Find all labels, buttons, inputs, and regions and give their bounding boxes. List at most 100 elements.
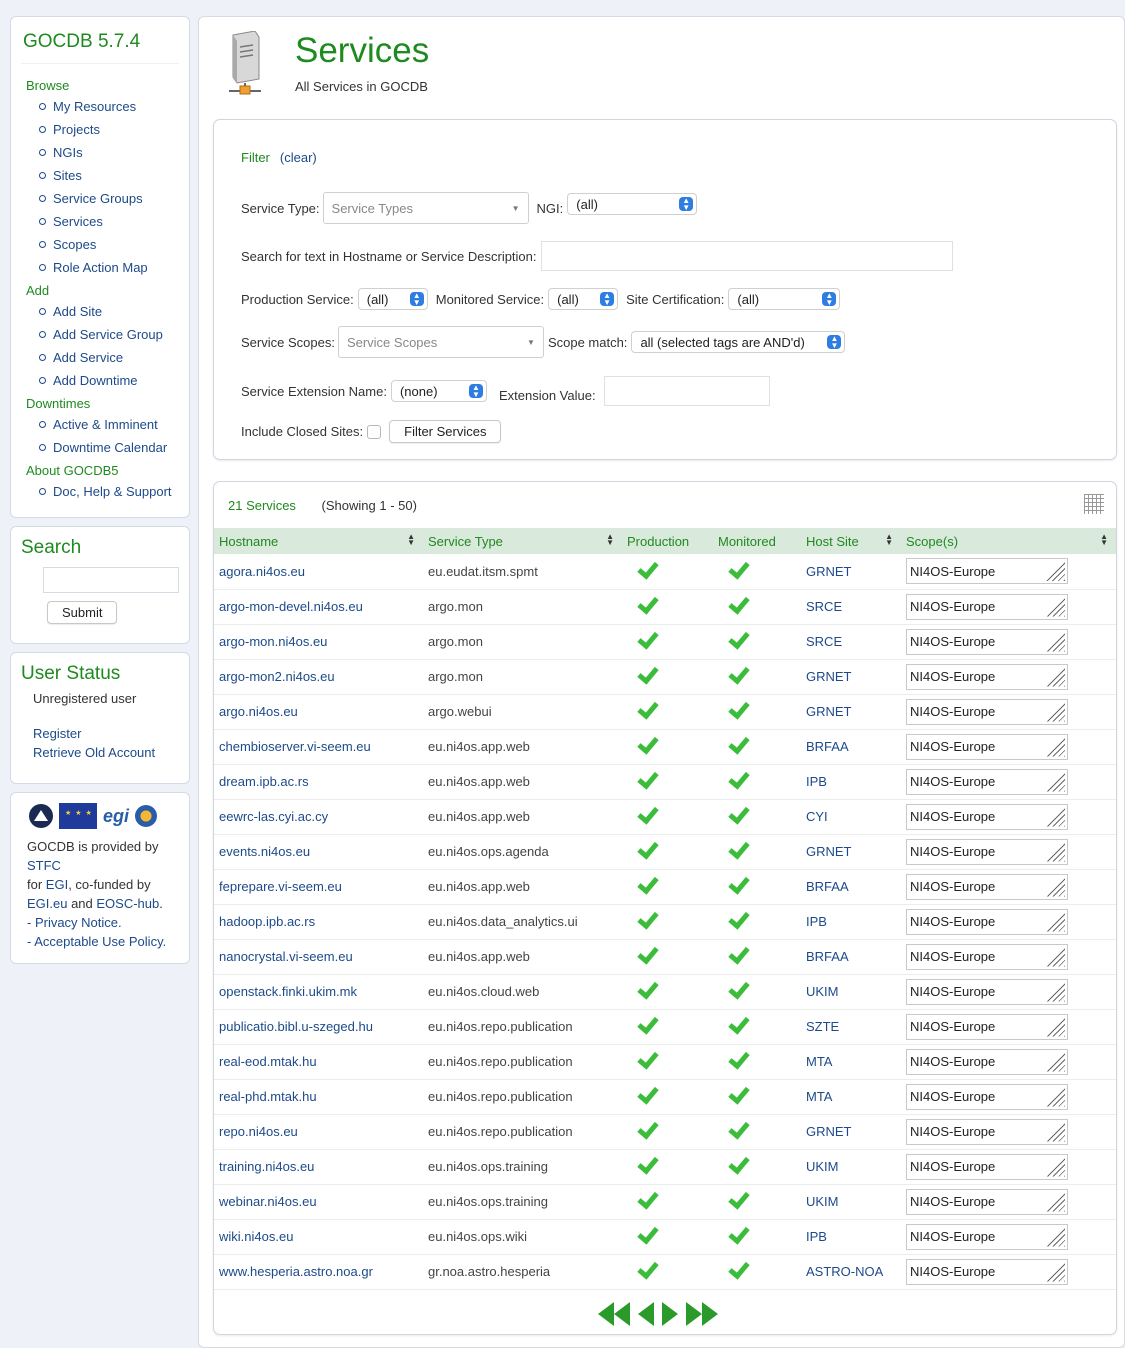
hostname-link[interactable]: webinar.ni4os.eu [214, 1184, 423, 1220]
host-site-link[interactable]: GRNET [801, 1114, 901, 1150]
extension-value-input[interactable] [603, 376, 770, 406]
ngi-select[interactable]: (all) ▲ ▼ [567, 193, 698, 215]
hostname-link[interactable]: argo.ni4os.eu [214, 694, 423, 730]
resize-grip-icon[interactable] [1045, 666, 1065, 687]
resize-grip-icon[interactable] [1045, 1051, 1065, 1072]
filter-services-button[interactable]: Filter Services [389, 420, 502, 443]
stfc-link[interactable]: STFC [27, 858, 61, 873]
hostname-link[interactable]: dream.ipb.ac.rs [214, 764, 423, 800]
sidebar-item-active-imminent[interactable]: Active & Imminent [39, 417, 179, 432]
host-site-link[interactable]: GRNET [801, 554, 901, 590]
scope-textarea[interactable]: NI4OS-Europe [906, 628, 1068, 655]
hostname-link[interactable]: chembioserver.vi-seem.eu [214, 729, 423, 765]
sidebar-item-add-downtime[interactable]: Add Downtime [39, 373, 179, 388]
scope-textarea[interactable]: NI4OS-Europe [906, 593, 1068, 620]
resize-grip-icon[interactable] [1045, 1086, 1065, 1107]
scope-textarea[interactable]: NI4OS-Europe [906, 1083, 1068, 1110]
register-link[interactable]: Register [33, 726, 179, 741]
sidebar-item-my-resources[interactable]: My Resources [39, 99, 179, 114]
hostname-link[interactable]: real-eod.mtak.hu [214, 1044, 423, 1080]
column-host-site[interactable]: Host Site ▲ ▼ [801, 528, 901, 554]
resize-grip-icon[interactable] [1045, 1016, 1065, 1037]
resize-grip-icon[interactable] [1045, 806, 1065, 827]
resize-grip-icon[interactable] [1045, 701, 1065, 722]
scope-textarea[interactable]: NI4OS-Europe [906, 768, 1068, 795]
hostname-link[interactable]: argo-mon2.ni4os.eu [214, 659, 423, 695]
nav-heading-about-gocdb5[interactable]: About GOCDB5 [26, 463, 179, 478]
sidebar-item-service-groups[interactable]: Service Groups [39, 191, 179, 206]
resize-grip-icon[interactable] [1045, 876, 1065, 897]
sidebar-item-sites[interactable]: Sites [39, 168, 179, 183]
host-site-link[interactable]: CYI [801, 799, 901, 835]
hostname-link[interactable]: feprepare.vi-seem.eu [214, 869, 423, 905]
scope-textarea[interactable]: NI4OS-Europe [906, 943, 1068, 970]
privacy-notice-link[interactable]: - Privacy Notice. [27, 915, 122, 930]
column-monitored[interactable]: Monitored [713, 528, 801, 554]
host-site-link[interactable]: SRCE [801, 624, 901, 660]
host-site-link[interactable]: IPB [801, 764, 901, 800]
hostname-link[interactable]: argo-mon.ni4os.eu [214, 624, 423, 660]
scopes-select[interactable]: Service Scopes ▼ [337, 326, 544, 358]
host-site-link[interactable]: MTA [801, 1044, 901, 1080]
resize-grip-icon[interactable] [1045, 771, 1065, 792]
nav-heading-downtimes[interactable]: Downtimes [26, 396, 179, 411]
resize-grip-icon[interactable] [1045, 1121, 1065, 1142]
host-site-link[interactable]: UKIM [801, 1149, 901, 1185]
hostname-link[interactable]: real-phd.mtak.hu [214, 1079, 423, 1115]
column-production[interactable]: Production [622, 528, 713, 554]
scope-textarea[interactable]: NI4OS-Europe [906, 838, 1068, 865]
scope-textarea[interactable]: NI4OS-Europe [906, 1188, 1068, 1215]
host-site-link[interactable]: GRNET [801, 694, 901, 730]
sidebar-item-add-service[interactable]: Add Service [39, 350, 179, 365]
hostname-link[interactable]: nanocrystal.vi-seem.eu [214, 939, 423, 975]
sidebar-item-add-service-group[interactable]: Add Service Group [39, 327, 179, 342]
resize-grip-icon[interactable] [1045, 596, 1065, 617]
resize-grip-icon[interactable] [1045, 911, 1065, 932]
host-site-link[interactable]: IPB [801, 904, 901, 940]
hostname-link[interactable]: openstack.finki.ukim.mk [214, 974, 423, 1010]
hostname-link[interactable]: events.ni4os.eu [214, 834, 423, 870]
sidebar-item-projects[interactable]: Projects [39, 122, 179, 137]
scope-textarea[interactable]: NI4OS-Europe [906, 803, 1068, 830]
service-type-select[interactable]: Service Types ▼ [322, 192, 529, 224]
eosc-hub-link[interactable]: EOSC-hub [96, 896, 159, 911]
scope-textarea[interactable]: NI4OS-Europe [906, 558, 1068, 585]
search-input[interactable] [43, 567, 179, 593]
egi-eu-link[interactable]: EGI.eu [27, 896, 67, 911]
scope-textarea[interactable]: NI4OS-Europe [906, 1118, 1068, 1145]
host-site-link[interactable]: GRNET [801, 834, 901, 870]
sidebar-item-role-action-map[interactable]: Role Action Map [39, 260, 179, 275]
sidebar-item-services[interactable]: Services [39, 214, 179, 229]
scope-textarea[interactable]: NI4OS-Europe [906, 908, 1068, 935]
host-site-link[interactable]: UKIM [801, 1184, 901, 1220]
scope-textarea[interactable]: NI4OS-Europe [906, 873, 1068, 900]
resize-grip-icon[interactable] [1045, 736, 1065, 757]
hostname-link[interactable]: publicatio.bibl.u-szeged.hu [214, 1009, 423, 1045]
column-hostname[interactable]: Hostname ▲ ▼ [214, 528, 423, 554]
resize-grip-icon[interactable] [1045, 946, 1065, 967]
host-site-link[interactable]: IPB [801, 1219, 901, 1255]
closed-sites-checkbox[interactable] [367, 424, 382, 439]
host-site-link[interactable]: GRNET [801, 659, 901, 695]
resize-grip-icon[interactable] [1045, 1261, 1065, 1282]
extension-name-select[interactable]: (none) ▲ ▼ [390, 380, 487, 402]
resize-grip-icon[interactable] [1045, 561, 1065, 582]
nav-heading-browse[interactable]: Browse [26, 78, 179, 93]
host-site-link[interactable]: BRFAA [801, 869, 901, 905]
hostname-link[interactable]: wiki.ni4os.eu [214, 1219, 423, 1255]
scope-textarea[interactable]: NI4OS-Europe [906, 663, 1068, 690]
first-page-icon[interactable] [598, 1302, 630, 1326]
host-site-link[interactable]: ASTRO-NOA [801, 1254, 901, 1290]
last-page-icon[interactable] [686, 1302, 718, 1326]
resize-grip-icon[interactable] [1045, 1156, 1065, 1177]
column-scopes[interactable]: Scope(s) ▲ ▼ [901, 528, 1116, 554]
sidebar-item-add-site[interactable]: Add Site [39, 304, 179, 319]
resize-grip-icon[interactable] [1045, 1191, 1065, 1212]
resize-grip-icon[interactable] [1045, 631, 1065, 652]
sidebar-item-downtime-calendar[interactable]: Downtime Calendar [39, 440, 179, 455]
prev-page-icon[interactable] [638, 1302, 654, 1326]
resize-grip-icon[interactable] [1045, 1226, 1065, 1247]
app-title[interactable]: GOCDB 5.7.4 [23, 31, 179, 53]
sidebar-item-doc-help-support[interactable]: Doc, Help & Support [39, 484, 179, 499]
host-site-link[interactable]: BRFAA [801, 729, 901, 765]
